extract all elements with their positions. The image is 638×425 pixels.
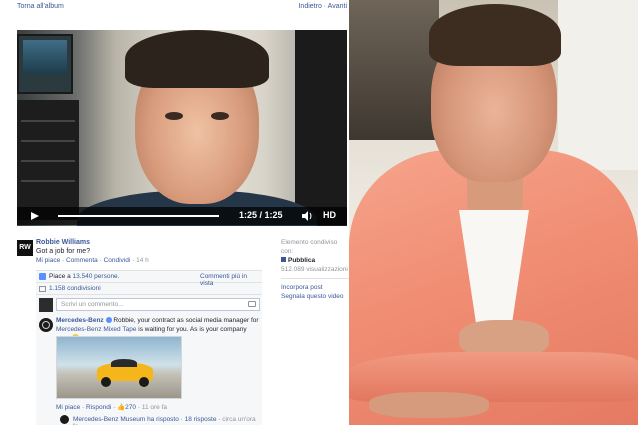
- background-monitor: [17, 34, 73, 94]
- comment-mention-link[interactable]: Mercedes-Benz Mixed Tape: [56, 326, 136, 333]
- thumbs-up-icon: [39, 273, 46, 280]
- feedback-section: Piace a 13.540 persone. Commenti più in …: [36, 270, 262, 425]
- shares-count[interactable]: 1.158 condivisioni: [49, 285, 101, 292]
- video-time: 1:25 / 1:25: [239, 210, 283, 220]
- video-subject-eye: [165, 112, 183, 120]
- car-wheel: [101, 377, 111, 387]
- comment-reply-link[interactable]: Rispondi: [86, 404, 111, 411]
- likes-count[interactable]: 13.540 persone.: [73, 273, 120, 280]
- play-icon[interactable]: [31, 212, 39, 220]
- seek-bar-progress: [58, 215, 219, 217]
- post-text: Got a job for me?: [36, 248, 91, 255]
- post-author[interactable]: Robbie Williams: [36, 239, 90, 246]
- museum-avatar: [60, 415, 69, 424]
- comment-author[interactable]: Mercedes-Benz: [56, 317, 104, 324]
- comment-like-count[interactable]: 👍270: [117, 404, 136, 411]
- video-subject-hair: [125, 30, 269, 88]
- comment-timestamp[interactable]: 11 ore fa: [142, 404, 167, 411]
- post-side-info: Elemento condiviso con: Pubblica 512.089…: [281, 238, 349, 301]
- likes-prefix: Piace a: [49, 273, 71, 280]
- background-person: [349, 0, 439, 140]
- comment-actions: Mi piace · Rispondi · 👍270 · 11 ore fa: [56, 404, 167, 411]
- album-navigation: Torna all'album Indietro · Avanti: [17, 3, 347, 13]
- lower-hand: [369, 392, 489, 418]
- background-light: [558, 0, 638, 170]
- author-avatar[interactable]: RW: [17, 240, 33, 256]
- audience-label: Pubblica: [281, 257, 315, 264]
- like-link[interactable]: Mi piace: [36, 257, 60, 264]
- share-icon: [39, 286, 46, 292]
- robbie-williams-photo: [349, 0, 638, 425]
- comment-input[interactable]: Scrivi un commento...: [56, 298, 260, 311]
- globe-icon: [281, 257, 286, 262]
- comment-link[interactable]: Commenta: [66, 257, 98, 264]
- seek-bar[interactable]: [58, 215, 219, 217]
- comment-body-start: Robbie, your contract as social media ma…: [113, 317, 259, 324]
- share-link[interactable]: Condividi: [104, 257, 131, 264]
- shared-with-label: Elemento condiviso con:: [281, 239, 338, 255]
- background-rack: [17, 100, 79, 220]
- report-video-link[interactable]: Segnala questo video: [281, 292, 349, 301]
- mercedes-benz-avatar[interactable]: [39, 318, 53, 332]
- volume-icon[interactable]: [302, 211, 314, 221]
- view-count: 512.089 visualizzazioni: [281, 266, 348, 273]
- camera-icon[interactable]: [248, 301, 256, 307]
- car-window: [111, 359, 137, 367]
- comment-item: Mercedes-Benz Robbie, your contract as s…: [36, 316, 262, 414]
- prev-next-links[interactable]: Indietro · Avanti: [298, 3, 347, 10]
- likes-summary: Piace a 13.540 persone. Commenti più in …: [36, 271, 262, 287]
- embed-post-link[interactable]: Incorpora post: [281, 283, 349, 292]
- comment-composer: Scrivi un commento...: [36, 297, 262, 313]
- shares-summary: 1.158 condivisioni: [36, 283, 262, 295]
- reply-verb: ha risposto: [147, 416, 179, 423]
- video-subject-eye: [211, 112, 229, 120]
- comment-like-link[interactable]: Mi piace: [56, 404, 80, 411]
- background-door: [295, 30, 347, 226]
- video-player[interactable]: [17, 30, 347, 226]
- facebook-video-panel: Torna all'album Indietro · Avanti 1:25 /…: [0, 0, 349, 425]
- reply-summary[interactable]: Mercedes-Benz Museum ha risposto · 18 ri…: [36, 414, 262, 425]
- car-wheel: [139, 377, 149, 387]
- post-actions: Mi piace · Commenta · Condividi · 14 h: [36, 257, 149, 264]
- back-to-album-link[interactable]: Torna all'album: [17, 3, 64, 10]
- reply-author[interactable]: Mercedes-Benz Museum: [73, 416, 145, 423]
- hd-toggle[interactable]: HD: [323, 210, 336, 220]
- viewer-avatar: [39, 298, 53, 312]
- reply-count[interactable]: 18 risposte: [185, 416, 217, 423]
- car-photo-attachment[interactable]: [56, 336, 182, 399]
- divider: [281, 278, 349, 279]
- verified-badge-icon: [105, 317, 112, 323]
- post-timestamp[interactable]: 14 h: [136, 257, 149, 264]
- video-controls: 1:25 / 1:25 HD: [17, 207, 347, 225]
- hair: [429, 4, 561, 66]
